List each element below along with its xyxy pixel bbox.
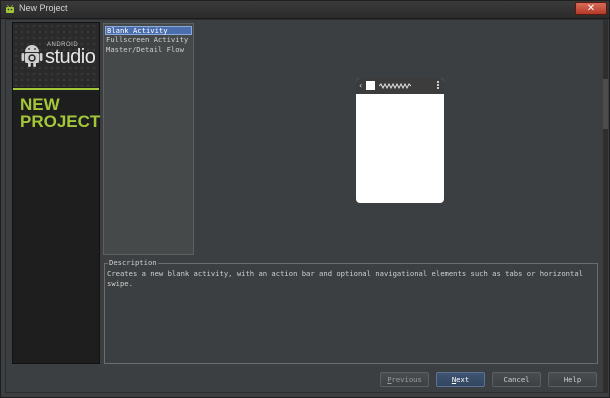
help-button-label: Help [563, 375, 582, 384]
android-robot-icon [21, 45, 43, 67]
description-legend: Description [108, 258, 158, 268]
window-title: New Project [19, 3, 68, 13]
previous-button[interactable]: Previous [380, 372, 429, 387]
preview-action-bar: ‹ [356, 78, 444, 94]
scrollbar-thumb[interactable] [603, 79, 608, 129]
overflow-menu-icon [437, 81, 440, 90]
help-button[interactable]: Help [548, 372, 597, 387]
accent-divider [13, 88, 99, 90]
wizard-heading-line2: PROJECT [20, 112, 101, 131]
template-item-fullscreen-activity[interactable]: Fullscreen Activity [105, 35, 192, 44]
window-scrollbar[interactable] [603, 19, 608, 393]
close-icon: ✕ [586, 3, 596, 14]
android-studio-app-icon [6, 4, 14, 13]
description-group: Description Creates a new blank activity… [104, 258, 598, 364]
wizard-heading: NEW PROJECT [20, 96, 100, 130]
wizard-side-panel: ANDROID studio NEW PROJECT [12, 22, 100, 364]
activity-template-list[interactable]: Blank Activity Fullscreen Activity Maste… [103, 23, 194, 255]
android-studio-logo: ANDROID studio [13, 23, 99, 87]
app-icon [366, 81, 375, 90]
template-preview: ‹ [356, 78, 444, 203]
back-chevron-icon: ‹ [359, 81, 363, 90]
new-project-window: New Project ✕ ANDROID studio NEW PROJECT… [0, 0, 610, 398]
title-squiggle-icon [379, 83, 411, 89]
template-item-master-detail-flow[interactable]: Master/Detail Flow [105, 45, 192, 54]
cancel-button[interactable]: Cancel [492, 372, 541, 387]
close-button[interactable]: ✕ [575, 2, 607, 15]
description-text: Creates a new blank activity, with an ac… [107, 269, 583, 288]
wizard-heading-line1: NEW [20, 95, 60, 114]
next-button-label: ext [456, 375, 470, 384]
previous-button-label: revious [391, 375, 422, 384]
brand-label-big: studio [45, 46, 96, 68]
cancel-button-label: Cancel [503, 375, 530, 384]
title-bar[interactable]: New Project ✕ [1, 1, 609, 19]
template-item-blank-activity[interactable]: Blank Activity [105, 26, 192, 35]
next-button[interactable]: Next [436, 372, 485, 387]
